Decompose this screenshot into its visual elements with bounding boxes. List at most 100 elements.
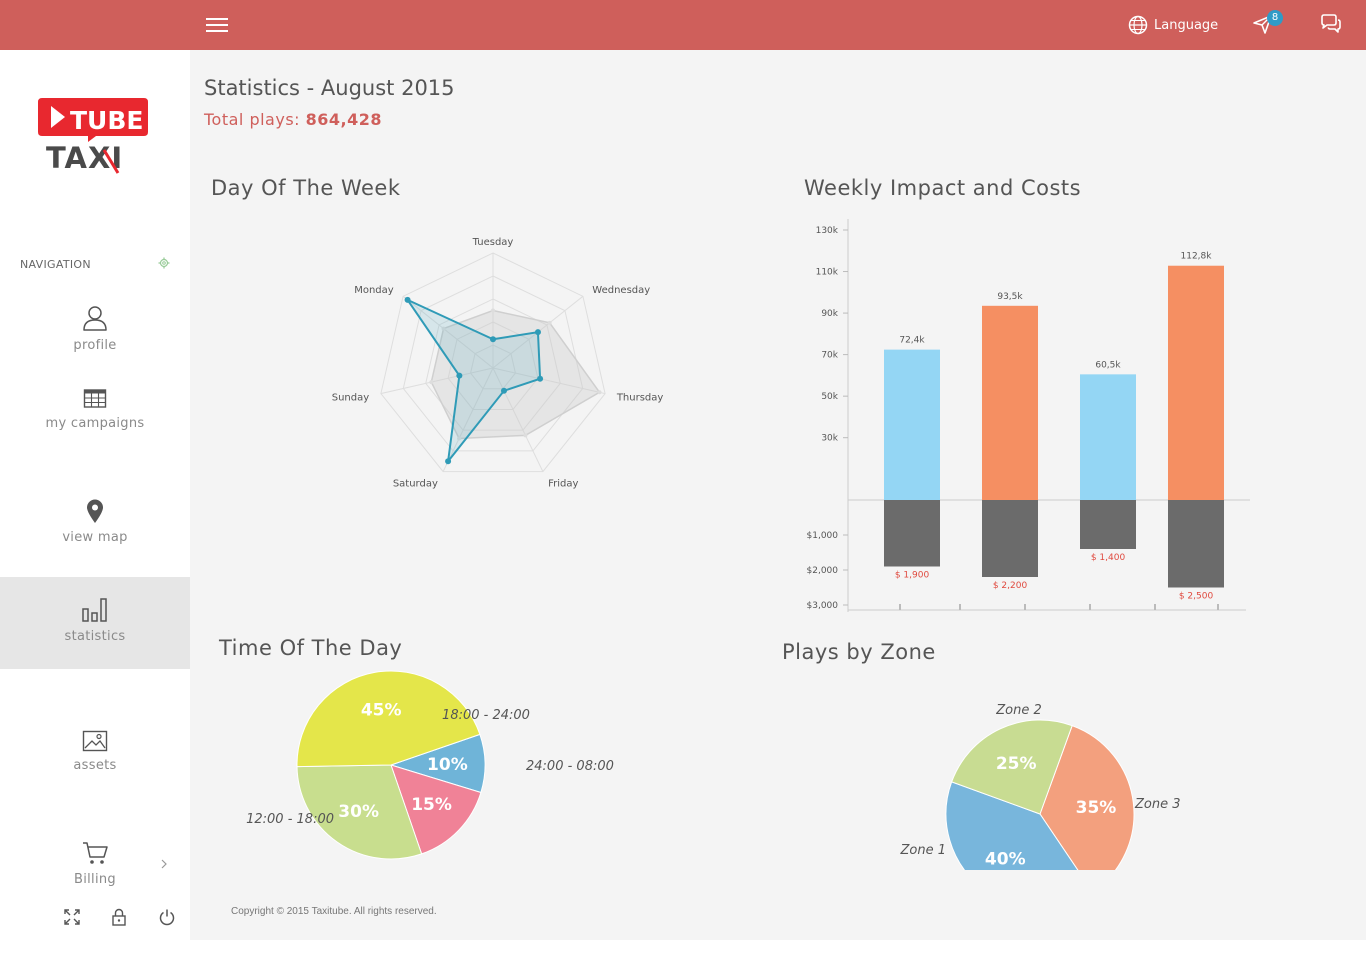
- sidebar-item-statistics[interactable]: statistics: [0, 577, 190, 669]
- radar-series-1-point: [534, 329, 541, 336]
- language-button[interactable]: Language: [1128, 13, 1218, 37]
- bar-chart-icon: [82, 598, 107, 622]
- pie-slice-label: Zone 2: [995, 703, 1042, 718]
- day-of-week-radar-chart: Tuesday Wednesday Thursday Friday Saturday Su…: [332, 237, 664, 489]
- bar-y-tick-label: 130k: [816, 226, 839, 236]
- radar-series-1-point: [445, 458, 452, 465]
- page-title: Statistics - August 2015: [204, 76, 455, 100]
- sidebar-item-billing[interactable]: Billing: [0, 840, 190, 900]
- radar-series-2-point: [597, 390, 602, 395]
- cost-bar: [1168, 500, 1224, 588]
- cost-bar: [1080, 500, 1136, 549]
- sidebar-item-label: statistics: [64, 629, 126, 644]
- bar-y-tick-label: 70k: [821, 351, 838, 361]
- sidebar-item-view-map[interactable]: view map: [0, 498, 190, 558]
- pie-slice-label: 12:00 - 18:00: [246, 812, 334, 827]
- bar-y-tick-label: 50k: [821, 392, 838, 402]
- radar-series-1-point: [490, 336, 496, 343]
- image-icon: [82, 730, 108, 752]
- impact-bar-label: 112,8k: [1181, 252, 1213, 262]
- cost-bar: [884, 500, 940, 567]
- pie-slice-percent: 10%: [427, 755, 468, 775]
- radar-series-2-point: [491, 308, 495, 313]
- radar-series-1-point: [500, 387, 507, 394]
- radar-series-1-point: [456, 372, 463, 379]
- radar-axis-label: Thursday: [616, 392, 664, 403]
- pie-slice-percent: 25%: [996, 754, 1037, 774]
- total-plays-label: Total plays:: [204, 110, 301, 129]
- impact-bar: [1080, 374, 1136, 500]
- radar-axis-label: Sunday: [332, 392, 369, 403]
- user-icon: [83, 306, 107, 331]
- map-pin-icon: [87, 499, 103, 523]
- chat-bubbles-icon: [1321, 14, 1341, 33]
- copyright-text: Copyright © 2015 Taxitube. All rights re…: [231, 906, 437, 917]
- cart-icon: [83, 842, 108, 864]
- globe-icon: [1128, 15, 1148, 35]
- table-icon: [83, 389, 107, 408]
- pie-slice-label: Zone 3: [1134, 797, 1181, 812]
- bar-y-tick-label: 30k: [821, 434, 838, 444]
- sidebar-item-label: my campaigns: [45, 416, 145, 431]
- notification-badge: 8: [1267, 10, 1283, 26]
- navigation-heading: NAVIGATION: [20, 258, 91, 271]
- pie-slice-percent: 45%: [361, 700, 402, 720]
- impact-bar: [982, 305, 1038, 500]
- main-content: Statistics - August 2015 Total plays: 86…: [190, 50, 1366, 940]
- radar-axis-label: Tuesday: [472, 237, 514, 248]
- cost-bar: [982, 500, 1038, 577]
- time-of-day-pie-chart: 10%24:00 - 08:0015%08:00 - 12:0030%12:00…: [246, 670, 614, 860]
- bar-y-tick-label: 110k: [816, 268, 839, 278]
- radar-series-2-point: [523, 433, 528, 438]
- top-bar: Language 8: [0, 0, 1366, 50]
- pie-slice-label: 24:00 - 08:00: [526, 759, 614, 774]
- impact-bar-label: 93,5k: [997, 292, 1023, 302]
- chat-button[interactable]: [1319, 13, 1343, 37]
- sidebar-item-label: profile: [73, 338, 117, 353]
- total-plays: Total plays: 864,428: [204, 110, 382, 129]
- chevron-right-icon[interactable]: [160, 858, 168, 870]
- sidebar-item-label: assets: [73, 758, 117, 773]
- radar-series-1-point: [537, 375, 544, 382]
- impact-bar: [1168, 265, 1224, 500]
- lock-icon[interactable]: [111, 908, 127, 926]
- weekly-impact-bar-chart: 130k 110k 90k 70k 50k 30k $1,000 $2,000 $3,000 72…: [807, 219, 1250, 612]
- sidebar-item-assets[interactable]: assets: [0, 730, 190, 790]
- radar-series-2-point: [547, 320, 552, 325]
- tubetaxi-logo[interactable]: TUBE TAXI: [38, 98, 150, 174]
- fullscreen-icon[interactable]: [63, 908, 81, 926]
- pie-slice-label: 18:00 - 24:00: [442, 708, 530, 723]
- bar-y-tick-label: $2,000: [807, 566, 839, 576]
- sidebar-footer: [0, 908, 190, 932]
- impact-bar-label: 72,4k: [899, 336, 925, 346]
- radar-axis-label: Friday: [548, 478, 578, 489]
- day-of-week-title: Day Of The Week: [211, 176, 401, 200]
- power-icon[interactable]: [158, 908, 176, 926]
- sidebar-item-label: Billing: [74, 872, 116, 887]
- logo-text-taxi: TAXI: [46, 141, 123, 174]
- sidebar-item-profile[interactable]: profile: [0, 304, 190, 364]
- cost-bar-label: $ 2,500: [1179, 592, 1214, 602]
- weekly-impact-title: Weekly Impact and Costs: [804, 176, 1082, 200]
- pie-slice-percent: 35%: [1076, 798, 1117, 818]
- bar-y-tick-label: $1,000: [807, 531, 839, 541]
- bar-y-tick-label: 90k: [821, 309, 838, 319]
- language-label: Language: [1154, 17, 1219, 33]
- hamburger-menu-icon[interactable]: [206, 15, 230, 35]
- sidebar-item-my-campaigns[interactable]: my campaigns: [0, 388, 190, 448]
- cost-bar-label: $ 1,400: [1091, 553, 1126, 563]
- pie-slice-percent: 40%: [985, 849, 1026, 869]
- cost-bar-label: $ 1,900: [895, 571, 930, 581]
- pie-slice-percent: 15%: [411, 795, 452, 815]
- radar-axis-label: Wednesday: [592, 285, 650, 296]
- total-plays-value: 864,428: [305, 110, 383, 129]
- pie-slice-percent: 30%: [338, 802, 379, 822]
- cost-bar-label: $ 2,200: [993, 581, 1028, 591]
- radar-series-2-point: [429, 380, 434, 385]
- impact-bar: [884, 349, 940, 500]
- radar-series-1-point: [404, 296, 411, 303]
- sidebar-item-label: view map: [62, 530, 128, 545]
- impact-bar-label: 60,5k: [1095, 360, 1121, 370]
- bar-y-tick-label: $3,000: [807, 601, 839, 611]
- gear-icon[interactable]: [158, 257, 170, 269]
